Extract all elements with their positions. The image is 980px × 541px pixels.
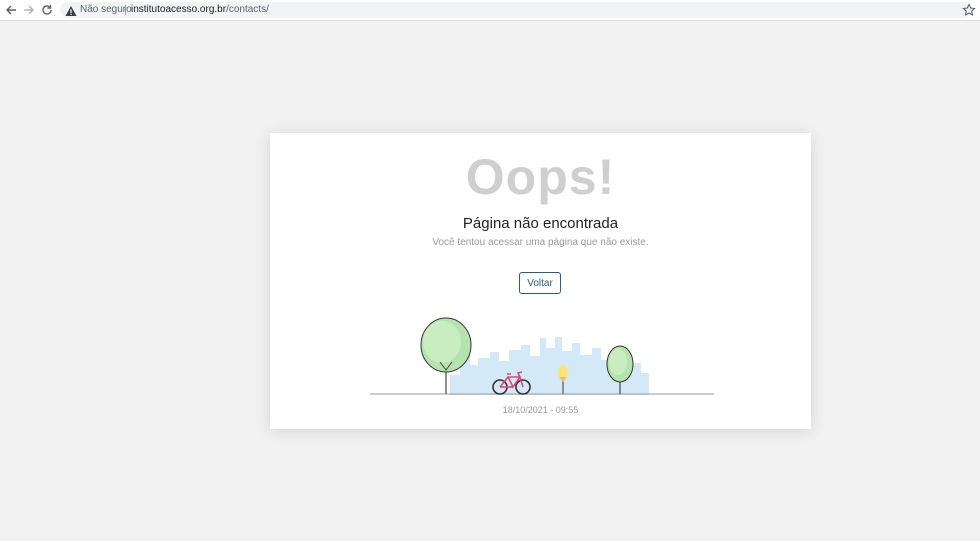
browser-toolbar: Não seguro institutoacesso.org.br/contac…: [0, 0, 980, 21]
forward-arrow-icon[interactable]: [21, 2, 37, 18]
error-message: Você tentou acessar uma página que não e…: [432, 237, 649, 248]
url-domain: institutoacesso.org.br: [131, 4, 227, 15]
back-button[interactable]: Voltar: [519, 272, 561, 294]
error-card: Oops! Página não encontrada Você tentou …: [270, 133, 811, 429]
city-park-illustration: [370, 317, 714, 395]
reload-icon[interactable]: [39, 2, 55, 18]
warning-icon[interactable]: [65, 4, 77, 16]
address-bar[interactable]: Não seguro institutoacesso.org.br/contac…: [60, 2, 972, 18]
url-path: /contacts/: [226, 4, 269, 15]
oops-headline: Oops!: [465, 149, 616, 205]
back-arrow-icon[interactable]: [3, 2, 19, 18]
security-label[interactable]: Não seguro: [80, 4, 132, 16]
address-divider: [125, 5, 126, 15]
timestamp: 18/10/2021 - 09:55: [502, 405, 579, 415]
bookmark-star-icon[interactable]: [962, 3, 976, 17]
page-title: Página não encontrada: [462, 215, 619, 232]
url-text[interactable]: institutoacesso.org.br/contacts/: [131, 4, 269, 16]
